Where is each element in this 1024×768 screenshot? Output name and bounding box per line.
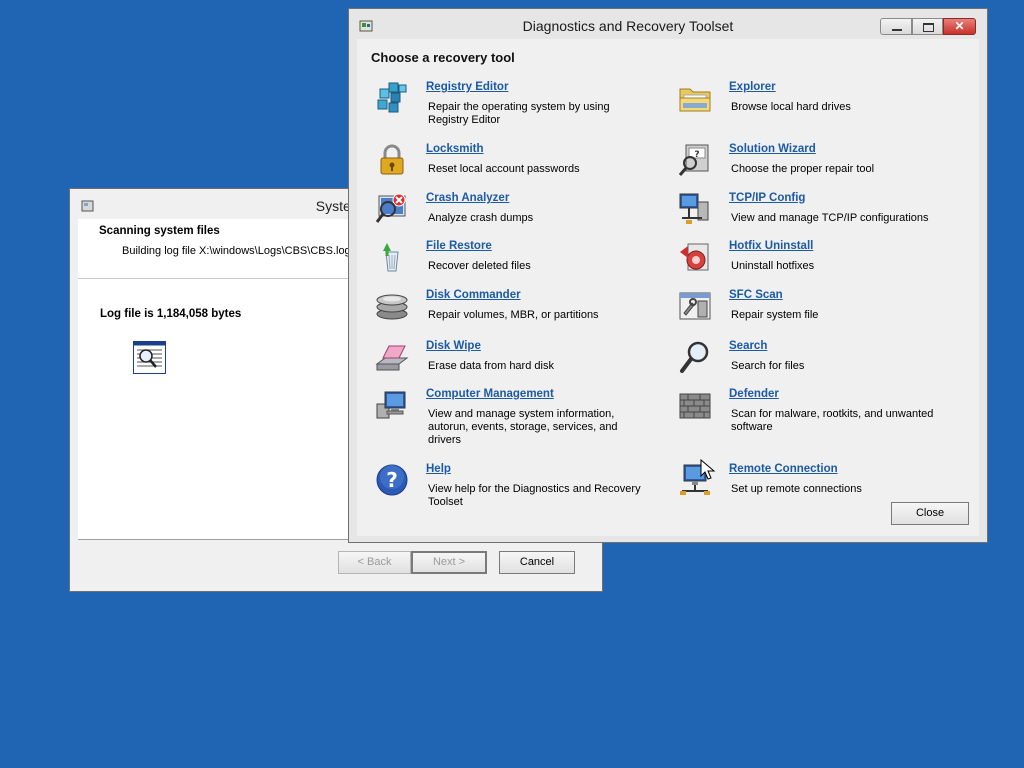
next-button[interactable]: Next >	[411, 551, 487, 574]
tool-link[interactable]: SFC Scan	[729, 289, 783, 301]
page-title: Choose a recovery tool	[371, 50, 515, 65]
log-file-icon	[133, 341, 166, 374]
eraser-icon	[375, 345, 409, 371]
tool-link[interactable]: Disk Wipe	[426, 340, 481, 352]
tool-description: View and manage TCP/IP configurations	[731, 212, 929, 224]
window-close-button[interactable]: ✕	[943, 18, 976, 35]
tool-description: Analyze crash dumps	[428, 212, 534, 224]
tool-link[interactable]: TCP/IP Config	[729, 192, 805, 204]
crash-analyzer-icon	[375, 193, 406, 223]
scan-status: Building log file X:\windows\Logs\CBS\CB…	[122, 245, 351, 257]
tool-description: Choose the proper repair tool	[731, 163, 875, 175]
sfc-icon	[679, 292, 711, 320]
maximize-button[interactable]	[912, 18, 943, 35]
tool-description: Erase data from hard disk	[428, 360, 554, 372]
padlock-icon	[380, 144, 404, 175]
disk-stack-icon	[376, 294, 408, 320]
tool-link[interactable]: Disk Commander	[426, 289, 521, 301]
tool-link[interactable]: Search	[729, 340, 767, 352]
recycle-bin-icon	[383, 243, 399, 272]
scan-title: Scanning system files	[99, 225, 220, 237]
tool-description: Browse local hard drives	[731, 101, 851, 113]
tool-description: Uninstall hotfixes	[731, 260, 815, 272]
mouse-cursor-icon	[700, 459, 716, 480]
tool-description: Repair system file	[731, 309, 819, 321]
tool-link[interactable]: Registry Editor	[426, 81, 508, 93]
tool-description: View help for the Diagnostics and Recove…	[428, 483, 641, 508]
dart-title-bar[interactable]: Diagnostics and Recovery Toolset ✕	[349, 9, 987, 39]
tool-description: Repair volumes, MBR, or partitions	[428, 309, 599, 321]
tool-description: Recover deleted files	[428, 260, 531, 272]
tool-description: Repair the operating system by using Reg…	[428, 101, 610, 126]
minimize-icon	[892, 29, 902, 31]
cancel-button[interactable]: Cancel	[499, 551, 575, 574]
help-icon: ?	[376, 464, 408, 496]
tool-link[interactable]: Computer Management	[426, 388, 554, 400]
tool-link[interactable]: Hotfix Uninstall	[729, 240, 813, 252]
tool-link[interactable]: Crash Analyzer	[426, 192, 509, 204]
close-button[interactable]: Close	[891, 502, 969, 525]
tool-link[interactable]: Explorer	[729, 81, 776, 93]
network-icon	[679, 193, 709, 224]
tool-link[interactable]: Help	[426, 463, 451, 475]
back-button[interactable]: < Back	[338, 551, 411, 574]
tool-link[interactable]: Remote Connection	[729, 463, 838, 475]
tool-description: View and manage system information, auto…	[428, 408, 618, 446]
minimize-button[interactable]	[880, 18, 912, 35]
tool-description: Set up remote connections	[731, 483, 862, 495]
log-size-text: Log file is 1,184,058 bytes	[100, 308, 242, 320]
wall-icon	[679, 393, 711, 419]
tool-link[interactable]: Solution Wizard	[729, 143, 816, 155]
computer-management-icon	[376, 391, 406, 419]
magnifier-icon	[680, 341, 709, 373]
close-icon: ✕	[954, 19, 965, 33]
wizard-icon: ?	[678, 144, 709, 176]
dart-window: Diagnostics and Recovery Toolset ✕ Choos…	[348, 8, 988, 543]
tool-description: Search for files	[731, 360, 805, 372]
tool-link[interactable]: Locksmith	[426, 143, 484, 155]
tool-description: Reset local account passwords	[428, 163, 580, 175]
svg-text:?: ?	[386, 468, 398, 492]
registry-icon	[377, 82, 407, 113]
tool-description: Scan for malware, rootkits, and unwanted…	[731, 408, 934, 433]
maximize-icon	[923, 23, 934, 32]
tool-link[interactable]: File Restore	[426, 240, 492, 252]
hotfix-icon	[680, 243, 709, 271]
folder-icon	[679, 88, 711, 112]
tool-link[interactable]: Defender	[729, 388, 779, 400]
dart-content: Choose a recovery tool Registry Editor R…	[357, 39, 979, 536]
